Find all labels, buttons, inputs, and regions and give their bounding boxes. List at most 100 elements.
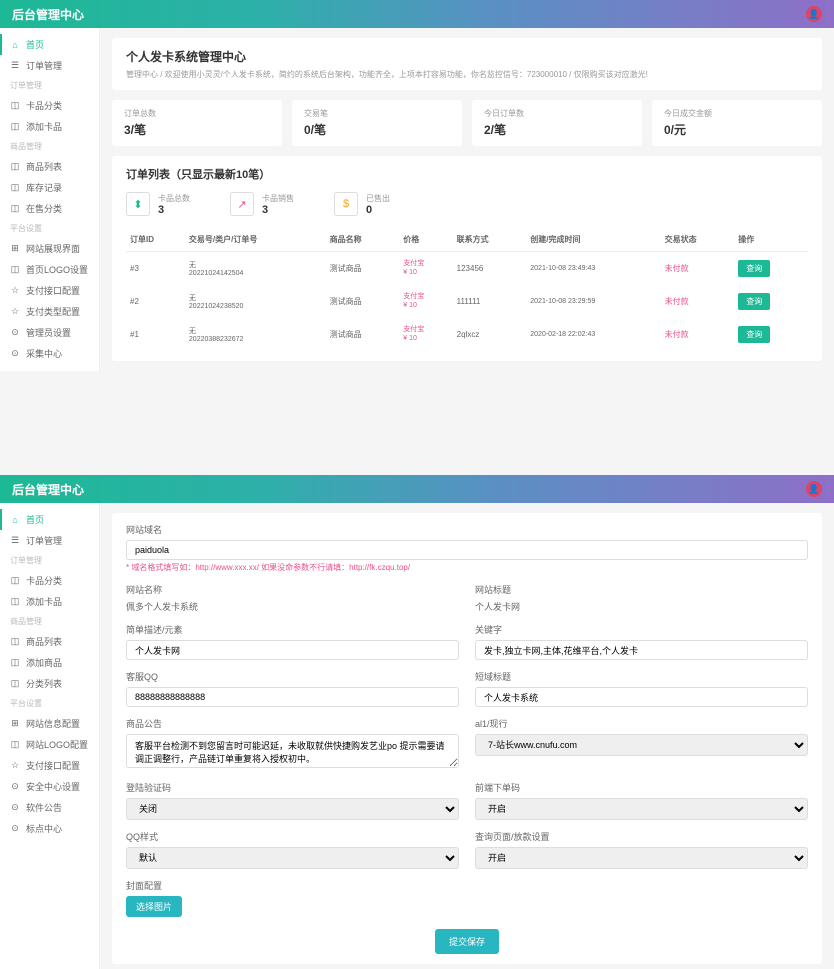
td-action: 查询 [734,252,808,286]
sidebar-item-label: 商品列表 [26,635,62,648]
sidebar-item-label: 订单管理 [26,59,62,72]
sidebar-item[interactable]: ⊙管理员设置 [0,322,99,343]
sidebar-item-label: 安全中心设置 [26,780,80,793]
box-icon: ◫ [10,679,20,689]
sidebar-item-label: 添加商品 [26,656,62,669]
stat-value: 0/笔 [304,121,450,138]
box-icon: ◫ [10,162,20,172]
sidebar-item-home[interactable]: ⌂首页 [0,509,99,530]
sidebar-item[interactable]: ⊞网站展现界面 [0,238,99,259]
home-icon: ⌂ [10,515,20,525]
sidebar-item[interactable]: ◫网站LOGO配置 [0,734,99,755]
th: 商品名称 [326,228,400,252]
submit-button[interactable]: 提交保存 [435,929,499,954]
chart-icon: ⬍ [126,192,150,216]
sidebar-item[interactable]: ◫添加商品 [0,652,99,673]
sidebar-item[interactable]: ◫添加卡品 [0,591,99,612]
sidebar-item[interactable]: ◫卡品分类 [0,570,99,591]
sidebar-item[interactable]: ⊙标点中心 [0,818,99,839]
table-row: #3 无20221024142504 测试商品 支付宝¥ 10 123456 2… [126,252,808,286]
sidebar-item-label: 卡品分类 [26,99,62,112]
sidebar-item[interactable]: ◫卡品分类 [0,95,99,116]
sidebar: ⌂首页 ☰订单管理 订单管理 ◫卡品分类 ◫添加卡品 商品管理 ◫商品列表 ◫添… [0,503,100,969]
short-title-label: 短域标题 [475,670,808,683]
notice-textarea[interactable] [126,734,459,768]
avatar[interactable]: 👤 [806,6,822,22]
sidebar-item[interactable]: ⊞网站信息配置 [0,713,99,734]
box-icon: ◫ [10,183,20,193]
table-row: #1 无20220388232672 测试商品 支付宝¥ 10 2qlxcz 2… [126,318,808,351]
captcha-select[interactable]: 开启 [475,798,808,820]
chaxun-select[interactable]: 开启 [475,847,808,869]
seo-desc-input[interactable] [126,640,459,660]
sidebar-item[interactable]: ⊙安全中心设置 [0,776,99,797]
th: 交易状态 [661,228,735,252]
sidebar-item-label: 分类列表 [26,677,62,690]
summary-label: 已售出 [366,193,390,204]
td-product: 测试商品 [326,285,400,318]
sidebar-item[interactable]: ◫首页LOGO设置 [0,259,99,280]
sidebar-item-orders[interactable]: ☰订单管理 [0,530,99,551]
sidebar-item[interactable]: ⊙采集中心 [0,343,99,364]
login-select[interactable]: 关闭 [126,798,459,820]
sidebar-item-label: 网站LOGO配置 [26,738,88,751]
box-icon: ◫ [10,597,20,607]
sidebar-item-label: 商品列表 [26,160,62,173]
keywords-input[interactable] [475,640,808,660]
qqstyle-select[interactable]: 默认 [126,847,459,869]
td-id: #1 [126,318,185,351]
sidebar-section: 商品管理 [0,612,99,631]
dollar-icon: $ [334,192,358,216]
sidebar-item[interactable]: ⊙软件公告 [0,797,99,818]
sidebar-item[interactable]: ☆支付接口配置 [0,755,99,776]
sidebar-item-home[interactable]: ⌂首页 [0,34,99,55]
avatar[interactable]: 👤 [806,481,822,497]
site-title-label: 网站标题 [475,583,808,596]
qq-input[interactable] [126,687,459,707]
td-trade: 无20221024142504 [185,252,326,286]
captcha-label: 前端下单码 [475,781,808,794]
sidebar-item[interactable]: ◫添加卡品 [0,116,99,137]
stat-label: 交易笔 [304,108,450,119]
stat-value: 3/笔 [124,121,270,138]
sidebar: ⌂首页 ☰订单管理 订单管理 ◫卡品分类 ◫添加卡品 商品管理 ◫商品列表 ◫库… [0,28,100,371]
sidebar-item-orders[interactable]: ☰订单管理 [0,55,99,76]
hint-link[interactable]: http://fk.czqu.top/ [349,563,410,572]
sidebar-item[interactable]: ☆支付接口配置 [0,280,99,301]
td-action: 查询 [734,285,808,318]
view-button[interactable]: 查询 [738,293,770,310]
orders-title: 订单列表（只显示最新10笔） [126,166,808,182]
stat-label: 今日订单数 [484,108,630,119]
sidebar-item-label: 首页 [26,38,44,51]
td-status: 未付款 [661,252,735,286]
td-id: #3 [126,252,185,286]
template-select[interactable]: 7-站长www.cnufu.com [475,734,808,756]
hint-link[interactable]: http://www.xxx.xx/ [195,563,261,572]
sidebar-item[interactable]: ☆支付类型配置 [0,301,99,322]
th: 联系方式 [453,228,527,252]
summary-item: ⬍卡品总数3 [126,192,190,216]
sidebar-item[interactable]: ◫商品列表 [0,631,99,652]
box-icon: ◫ [10,576,20,586]
sidebar-item[interactable]: ◫ 分类列表 [0,673,99,694]
summary-label: 卡品销售 [262,193,294,204]
domain-input[interactable] [126,540,808,560]
sidebar-section: 平台设置 [0,219,99,238]
seo-desc-label: 简单描述/元素 [126,623,459,636]
view-button[interactable]: 查询 [738,326,770,343]
upload-button[interactable]: 选择图片 [126,896,182,917]
sidebar-item[interactable]: ◫库存记录 [0,177,99,198]
th: 操作 [734,228,808,252]
sidebar-item-label: 首页LOGO设置 [26,263,88,276]
table-row: #2 无20221024238520 测试商品 支付宝¥ 10 111111 2… [126,285,808,318]
sidebar-section: 订单管理 [0,76,99,95]
sidebar-item-label: 网站信息配置 [26,717,80,730]
sidebar-item[interactable]: ◫在售分类 [0,198,99,219]
sidebar-item[interactable]: ◫ 商品列表 [0,156,99,177]
short-title-input[interactable] [475,687,808,707]
login-label: 登陆验证码 [126,781,459,794]
site-name-label: 网站名称 [126,583,459,596]
view-button[interactable]: 查询 [738,260,770,277]
list-icon: ☰ [10,536,20,546]
td-price: 支付宝¥ 10 [399,252,452,286]
